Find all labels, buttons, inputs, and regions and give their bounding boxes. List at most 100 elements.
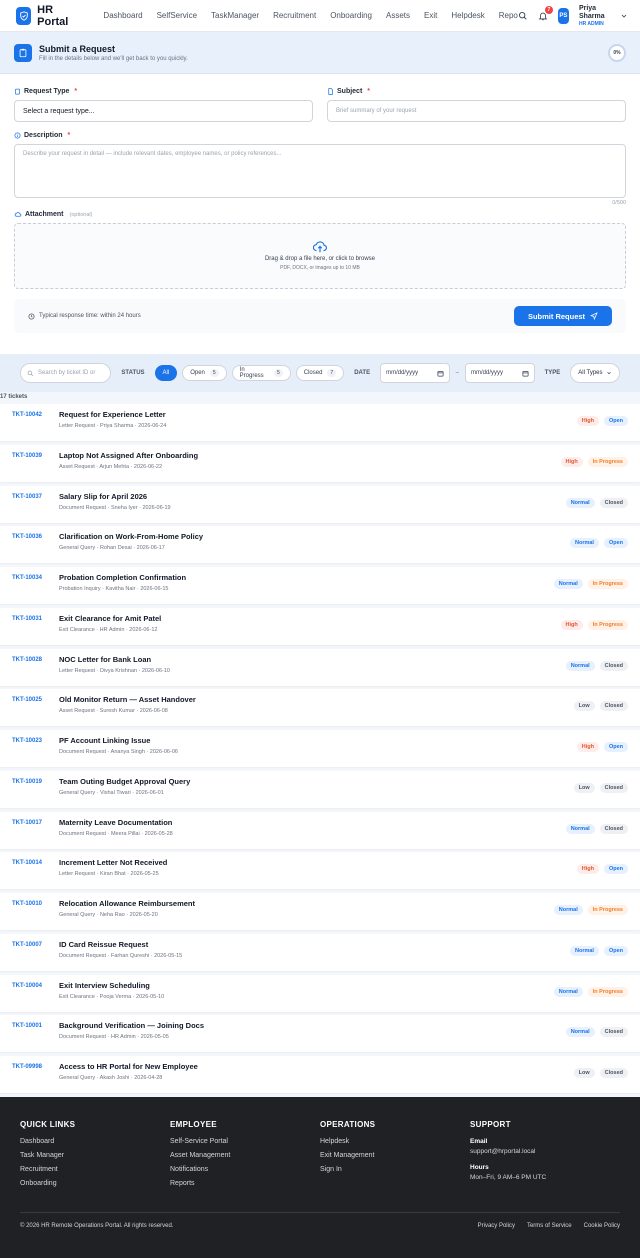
footer-link[interactable]: Sign In	[320, 1166, 470, 1173]
ticket-search-input[interactable]: Search by ticket ID or	[20, 363, 112, 383]
chip-label: In Progress	[239, 367, 264, 379]
dropzone-text: Drag & drop a file here, or click to bro…	[264, 256, 376, 262]
ticket-row[interactable]: TKT-10001 Background Verification — Joini…	[0, 1015, 640, 1053]
footer-link[interactable]: Task Manager	[20, 1152, 170, 1159]
ticket-body: PF Account Linking Issue Document Request…	[59, 736, 628, 755]
ticket-row[interactable]: TKT-10042 Request for Experience Letter Le…	[0, 404, 640, 441]
status-chip-open[interactable]: Open 5	[182, 365, 227, 381]
ticket-id[interactable]: TKT-10042	[12, 410, 59, 418]
ticket-row[interactable]: TKT-10025 Old Monitor Return — Asset Hand…	[0, 689, 640, 727]
ticket-row[interactable]: TKT-10031 Exit Clearance for Amit Patel Ex…	[0, 607, 640, 645]
status-badge: Open	[603, 945, 628, 956]
ticket-id[interactable]: TKT-10017	[12, 818, 59, 826]
ticket-id[interactable]: TKT-10010	[12, 899, 59, 907]
nav-link-exit[interactable]: Exit	[424, 11, 437, 20]
footer-heading: QUICK LINKS	[20, 1120, 76, 1129]
ticket-row[interactable]: TKT-10037 Salary Slip for April 2026 Docum…	[0, 485, 640, 523]
ticket-row[interactable]: TKT-10017 Maternity Leave Documentation Do…	[0, 811, 640, 849]
legal-link[interactable]: Terms of Service	[527, 1223, 572, 1229]
status-chip-all[interactable]: All	[154, 365, 178, 381]
nav-link-dashboard[interactable]: Dashboard	[103, 11, 142, 20]
attachment-label: Attachment (optional)	[14, 211, 626, 218]
ticket-meta: Exit Clearance · HR Admin · 2026-06-12	[59, 626, 158, 633]
footer-link[interactable]: Notifications	[170, 1166, 320, 1173]
avatar[interactable]: PS	[557, 7, 569, 24]
ticket-tags: Normal Closed	[565, 823, 628, 834]
status-chip-closed[interactable]: Closed 7	[295, 365, 345, 381]
footer-link[interactable]: Asset Management	[170, 1152, 320, 1159]
ticket-row[interactable]: TKT-10010 Relocation Allowance Reimbursem…	[0, 893, 640, 930]
priority-badge: Low	[573, 701, 595, 712]
ticket-id[interactable]: TKT-10031	[12, 614, 59, 622]
ticket-row[interactable]: TKT-10014 Increment Letter Not Received Le…	[0, 852, 640, 890]
footer-link[interactable]: Exit Management	[320, 1152, 470, 1159]
footer-link[interactable]: Reports	[170, 1180, 320, 1187]
nav-link-assets[interactable]: Assets	[386, 11, 410, 20]
search-icon[interactable]	[518, 11, 528, 21]
request-type-select[interactable]: Select a request type...	[14, 100, 313, 122]
ticket-id[interactable]: TKT-10023	[12, 736, 59, 744]
ticket-id[interactable]: TKT-10028	[12, 655, 59, 663]
ticket-id[interactable]: TKT-10019	[12, 777, 59, 785]
ticket-id[interactable]: TKT-10014	[12, 858, 59, 866]
file-dropzone[interactable]: Drag & drop a file here, or click to bro…	[14, 223, 626, 289]
ticket-row[interactable]: TKT-10023 PF Account Linking Issue Documen…	[0, 730, 640, 767]
ticket-title: Old Monitor Return — Asset Handover	[59, 695, 196, 705]
response-time: Typical response time: within 24 hours	[28, 313, 141, 320]
status-chip-in-progress[interactable]: In Progress 5	[231, 365, 291, 381]
logo[interactable]: HR Portal	[16, 4, 79, 28]
support-email[interactable]: support@hrportal.local	[470, 1148, 620, 1155]
ticket-id[interactable]: TKT-10007	[12, 940, 59, 948]
ticket-row[interactable]: TKT-10019 Team Outing Budget Approval Que…	[0, 770, 640, 808]
ticket-row[interactable]: TKT-10034 Probation Completion Confirmati…	[0, 567, 640, 604]
ticket-row[interactable]: TKT-10004 Exit Interview Scheduling Exit C…	[0, 974, 640, 1012]
footer-link[interactable]: Helpdesk	[320, 1138, 470, 1145]
footer-link[interactable]: Onboarding	[20, 1180, 170, 1187]
clipboard-icon	[14, 43, 32, 62]
subject-input[interactable]: Brief summary of your request	[327, 100, 626, 122]
user-info[interactable]: Priya Sharma HR ADMIN	[579, 5, 610, 27]
footer-quick-links: QUICK LINKS Dashboard Task Manager Recruit…	[20, 1120, 170, 1194]
legal-link[interactable]: Privacy Policy	[478, 1223, 515, 1229]
type-filter-label: TYPE	[544, 370, 561, 376]
ticket-id[interactable]: TKT-10025	[12, 695, 59, 703]
ticket-meta: Document Request · Meera Pillai · 2026-0…	[59, 830, 173, 837]
ticket-id[interactable]: TKT-10001	[12, 1021, 59, 1029]
footer-link[interactable]: Self-Service Portal	[170, 1138, 320, 1145]
ticket-id[interactable]: TKT-09998	[12, 1062, 59, 1070]
footer-link[interactable]: Recruitment	[20, 1166, 170, 1173]
nav-link-recruitment[interactable]: Recruitment	[273, 11, 316, 20]
ticket-id[interactable]: TKT-10036	[12, 532, 59, 540]
ticket-id[interactable]: TKT-10034	[12, 573, 59, 581]
search-icon	[27, 370, 34, 377]
nav-link-taskmanager[interactable]: TaskManager	[211, 11, 259, 20]
clipboard-icon	[14, 88, 21, 95]
ticket-body: Background Verification — Joining Docs Do…	[59, 1021, 628, 1040]
ticket-row[interactable]: TKT-10007 ID Card Reissue Request Document…	[0, 933, 640, 971]
ticket-id[interactable]: TKT-10039	[12, 451, 59, 459]
ticket-row[interactable]: TKT-10036 Clarification on Work-From-Home…	[0, 526, 640, 564]
footer-link[interactable]: Dashboard	[20, 1138, 170, 1145]
date-to-input[interactable]: mm/dd/yyyy	[465, 363, 535, 383]
date-from-input[interactable]: mm/dd/yyyy	[380, 363, 450, 383]
chevron-down-icon[interactable]	[620, 12, 628, 20]
nav-link-onboarding[interactable]: Onboarding	[330, 11, 372, 20]
ticket-row[interactable]: TKT-10028 NOC Letter for Bank Loan Letter …	[0, 648, 640, 686]
bell-icon[interactable]: 7	[538, 5, 553, 21]
ticket-id[interactable]: TKT-10037	[12, 492, 59, 500]
ticket-id[interactable]: TKT-10004	[12, 981, 59, 989]
submit-button[interactable]: Submit Request	[514, 306, 612, 326]
ticket-body: Exit Interview Scheduling Exit Clearance …	[59, 981, 628, 1000]
ticket-row[interactable]: TKT-10039 Laptop Not Assigned After Onboa…	[0, 444, 640, 482]
ticket-list: TKT-10042 Request for Experience Letter Le…	[0, 404, 640, 1093]
nav-link-selfservice[interactable]: SelfService	[157, 11, 197, 20]
legal-link[interactable]: Cookie Policy	[584, 1223, 620, 1229]
chip-label: All	[162, 370, 170, 376]
ticket-row[interactable]: TKT-09998 Access to HR Portal for New Emp…	[0, 1056, 640, 1093]
ticket-title: Exit Clearance for Amit Patel	[59, 613, 162, 623]
nav-link-helpdesk[interactable]: Helpdesk	[451, 11, 484, 20]
ticket-body: Request for Experience Letter Letter Requ…	[59, 410, 628, 429]
description-textarea[interactable]: Describe your request in detail — includ…	[14, 144, 626, 198]
type-select[interactable]: All Types	[570, 363, 621, 383]
nav-link-repo[interactable]: Repo	[499, 11, 518, 20]
